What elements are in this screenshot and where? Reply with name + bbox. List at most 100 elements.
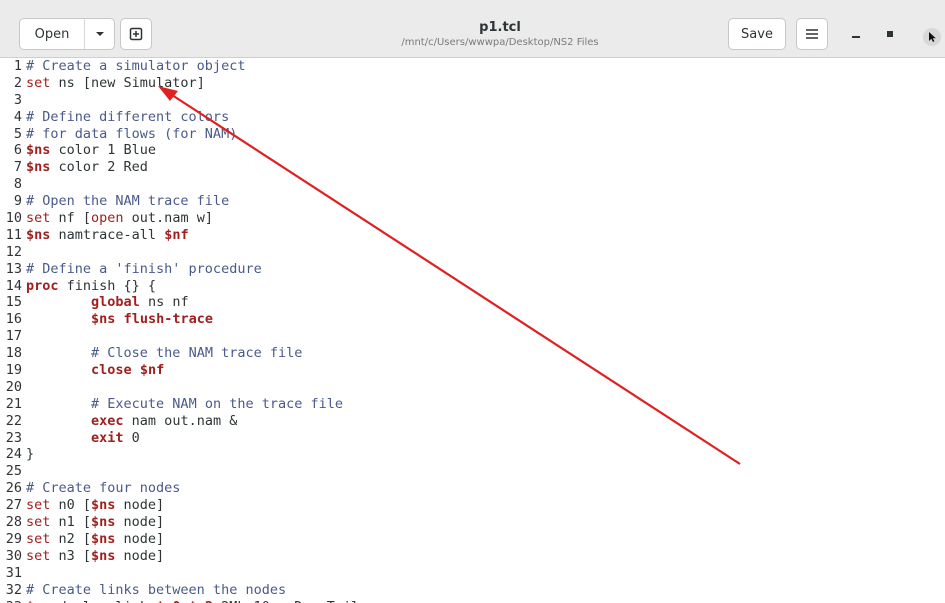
line-number: 9: [13, 193, 22, 210]
line-number: 17: [5, 328, 22, 345]
code-token: set: [26, 497, 51, 514]
code-token: nf [: [50, 210, 92, 227]
code-line[interactable]: 5 # for data flows (for NAM): [0, 126, 945, 143]
code-token: # Open the NAM trace file: [26, 193, 230, 210]
code-line[interactable]: 8: [0, 176, 945, 193]
chevron-down-icon[interactable]: [85, 19, 114, 49]
code-line[interactable]: 31: [0, 565, 945, 582]
code-line[interactable]: 6 $ns color 1 Blue: [0, 142, 945, 159]
code-line[interactable]: 15 global ns nf: [0, 294, 945, 311]
save-button[interactable]: Save: [728, 18, 786, 50]
code-line[interactable]: 16 $ns flush-trace: [0, 311, 945, 328]
code-token: color 1 Blue: [50, 142, 157, 159]
code-text: # Define a 'finish' procedure: [26, 261, 262, 278]
code-token: n2 [: [50, 530, 92, 547]
hamburger-menu-icon[interactable]: [796, 18, 828, 50]
code-text: set ns [new Simulator]: [26, 75, 205, 92]
code-line[interactable]: 25: [0, 463, 945, 480]
code-line[interactable]: 13 # Define a 'finish' procedure: [0, 261, 945, 278]
code-line[interactable]: 1 # Create a simulator object: [0, 58, 945, 75]
line-number: 4: [13, 108, 22, 125]
code-line[interactable]: 4 # Define different colors: [0, 109, 945, 126]
line-number: 33: [0, 599, 22, 603]
code-line[interactable]: 20: [0, 379, 945, 396]
code-text: # Create four nodes: [26, 480, 180, 497]
code-token: duplex-link: [50, 599, 156, 603]
code-text: # Create links between the nodes: [26, 582, 286, 599]
new-document-icon[interactable]: [120, 18, 152, 50]
code-line[interactable]: 26 # Create four nodes: [0, 480, 945, 497]
code-text: $ns duplex-link $n0 $n2 2Mb 10ms DropTai…: [26, 599, 359, 603]
code-line[interactable]: 33 $ns duplex-link $n0 $n2 2Mb 10ms DropT…: [0, 599, 945, 603]
code-line[interactable]: 21 # Execute NAM on the trace file: [0, 396, 945, 413]
line-number: 3: [13, 91, 22, 108]
line-number: 21: [5, 395, 22, 412]
code-token: 0: [123, 429, 140, 446]
code-line[interactable]: 14 proc finish {} {: [0, 278, 945, 295]
code-line[interactable]: 12: [0, 244, 945, 261]
code-token: $nf: [139, 362, 165, 379]
code-line[interactable]: 3: [0, 92, 945, 109]
code-token: ns [new Simulator]: [50, 74, 205, 91]
line-number: 1: [13, 58, 22, 74]
code-line[interactable]: 32 # Create links between the nodes: [0, 582, 945, 599]
code-token: set: [26, 514, 51, 531]
code-token: # Execute NAM on the trace file: [91, 395, 343, 412]
code-token: set: [26, 530, 51, 547]
document-path: /mnt/c/Users/wwwpa/Desktop/NS2 Files: [401, 37, 599, 48]
line-number: 19: [5, 362, 22, 379]
code-line[interactable]: 27 set n0 [$ns node]: [0, 497, 945, 514]
line-number: 30: [5, 547, 22, 564]
code-editor[interactable]: 1 # Create a simulator object 2 set ns [new…: [0, 58, 945, 603]
code-line[interactable]: 19 close $nf: [0, 362, 945, 379]
code-text: # Open the NAM trace file: [26, 193, 229, 210]
code-line[interactable]: 28 set n1 [$ns node]: [0, 514, 945, 531]
code-line[interactable]: 2 set ns [new Simulator]: [0, 75, 945, 92]
code-line[interactable]: 24}: [0, 446, 945, 463]
maximize-icon[interactable]: [876, 18, 904, 50]
code-token: ns nf: [139, 294, 189, 311]
minimize-icon[interactable]: [842, 18, 870, 50]
code-text: # Define different colors: [26, 109, 229, 126]
line-number: 22: [5, 412, 22, 429]
code-text: $ns color 2 Red: [26, 159, 148, 176]
code-line[interactable]: 17: [0, 328, 945, 345]
line-number: 20: [5, 378, 22, 395]
code-token: node]: [115, 497, 165, 514]
code-line[interactable]: 22 exec nam out.nam &: [0, 413, 945, 430]
code-line[interactable]: 30 set n3 [$ns node]: [0, 548, 945, 565]
line-number: 29: [5, 530, 22, 547]
code-line[interactable]: 23 exit 0: [0, 430, 945, 447]
code-line[interactable]: 9 # Open the NAM trace file: [0, 193, 945, 210]
code-line[interactable]: 7 $ns color 2 Red: [0, 159, 945, 176]
code-token: finish {} {: [58, 277, 157, 294]
code-token: out.nam w]: [123, 210, 213, 227]
code-text: proc finish {} {: [26, 278, 156, 295]
code-line[interactable]: 29 set n2 [$ns node]: [0, 531, 945, 548]
open-button[interactable]: Open: [20, 19, 85, 49]
code-text: close $nf: [26, 362, 164, 379]
code-text: $ns color 1 Blue: [26, 142, 156, 159]
code-token: flush-trace: [123, 311, 213, 328]
code-token: # Close the NAM trace file: [91, 345, 303, 362]
line-number: 10: [5, 210, 22, 227]
code-token: global: [91, 294, 140, 311]
line-number: 8: [13, 176, 22, 193]
code-token: $ns: [26, 599, 50, 603]
code-line[interactable]: 18 # Close the NAM trace file: [0, 345, 945, 362]
code-line[interactable]: 11 $ns namtrace-all $nf: [0, 227, 945, 244]
mouse-pointer-icon: [923, 28, 941, 50]
open-button-group[interactable]: Open: [19, 18, 115, 50]
code-text: $ns flush-trace: [26, 311, 213, 328]
code-token: $ns: [91, 311, 116, 328]
code-line[interactable]: 10 set nf [open out.nam w]: [0, 210, 945, 227]
document-title-block: p1.tcl /mnt/c/Users/wwwpa/Desktop/NS2 Fi…: [300, 20, 700, 49]
code-token: set: [26, 547, 51, 564]
code-token: set: [26, 210, 51, 227]
